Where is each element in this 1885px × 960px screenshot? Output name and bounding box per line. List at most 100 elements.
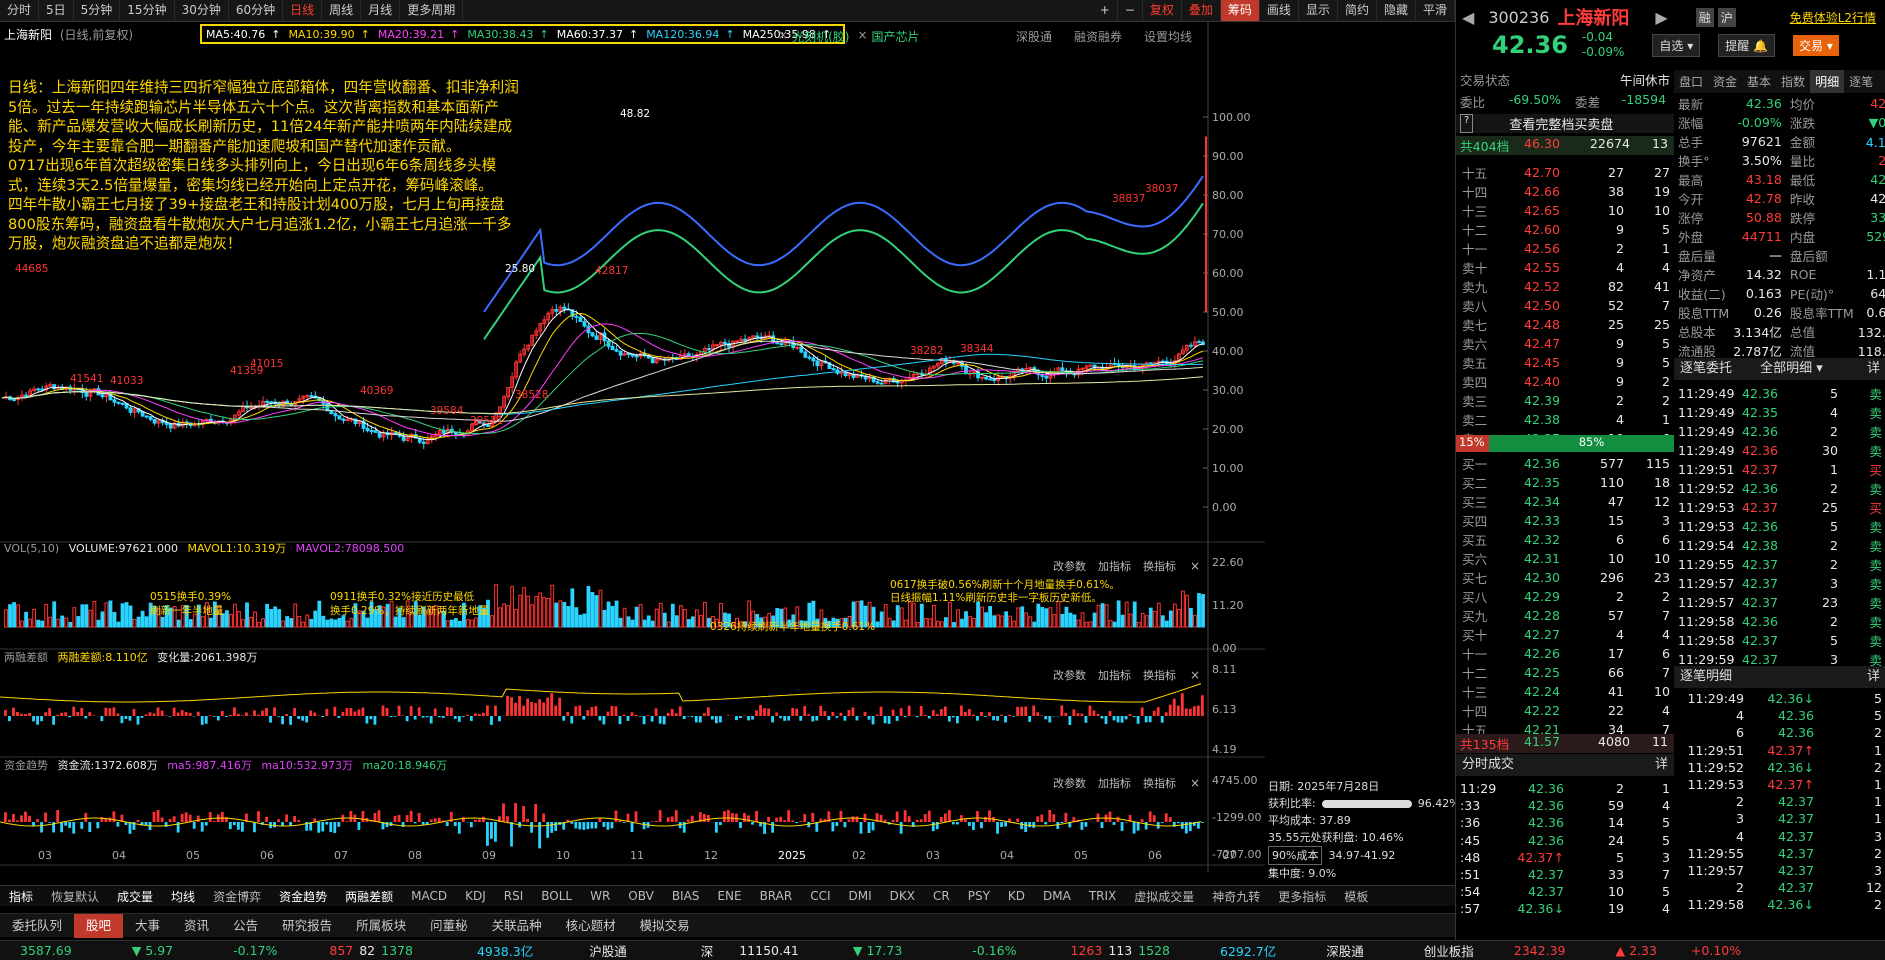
sell_book-row[interactable]: 十一 42.56 2 1 (1460, 239, 1672, 258)
period-9[interactable]: 更多周期 (400, 0, 464, 21)
sell_book-row[interactable]: 卖五 42.45 9 5 (1460, 353, 1672, 372)
bottom-tab-9[interactable]: 核心题材 (554, 914, 628, 938)
plus-icon[interactable]: + (1093, 0, 1118, 21)
indicator-1[interactable]: 恢复默认 (42, 888, 108, 905)
indicator-10[interactable]: BOLL (532, 889, 581, 903)
indicator-23[interactable]: TRIX (1080, 889, 1125, 903)
bottom-tab-1[interactable]: 股吧 (74, 913, 124, 938)
quote-tab-2[interactable]: 基本 (1742, 70, 1776, 93)
period-0[interactable]: 分时 (0, 0, 40, 21)
sell_book-row[interactable]: 卖二 42.38 4 1 (1460, 410, 1672, 429)
indicator-16[interactable]: CCI (801, 889, 839, 903)
tag-close-icon[interactable]: × (778, 28, 788, 45)
period-4[interactable]: 30分钟 (175, 0, 229, 21)
period-2[interactable]: 5分钟 (74, 0, 121, 21)
full-book-row[interactable]: ? 查看完整档买卖盘 (1456, 114, 1674, 133)
next-stock-icon[interactable]: ▶ (1655, 8, 1667, 27)
sell_book-row[interactable]: 卖三 42.39 2 2 (1460, 391, 1672, 410)
header-link-0[interactable]: 深股通 (1016, 28, 1052, 45)
buy_book-row[interactable]: 买四 42.33 15 3 (1460, 511, 1672, 530)
indicator-9[interactable]: RSI (495, 889, 533, 903)
indicator-19[interactable]: CR (924, 889, 959, 903)
indicator-14[interactable]: ENE (708, 889, 750, 903)
period-6[interactable]: 日线 (283, 0, 323, 21)
indicator-15[interactable]: BRAR (751, 889, 802, 903)
indicator-6[interactable]: 两融差额 (336, 888, 402, 905)
indicator-17[interactable]: DMI (840, 889, 881, 903)
indicator-24[interactable]: 虚拟成交量 (1125, 888, 1203, 905)
buy_book-row[interactable]: 买八 42.29 2 2 (1460, 587, 1672, 606)
bottom-tab-3[interactable]: 资讯 (172, 914, 221, 938)
sell_book-row[interactable]: 卖八 42.50 52 7 (1460, 296, 1672, 315)
header-link-1[interactable]: 融资融券 (1074, 28, 1122, 45)
indicator-27[interactable]: 模板 (1335, 888, 1377, 905)
period-8[interactable]: 月线 (361, 0, 401, 21)
sell_book-row[interactable]: 十五 42.70 27 27 (1460, 163, 1672, 182)
indicator-18[interactable]: DKX (881, 889, 924, 903)
trade-button[interactable]: 交易 ▾ (1793, 34, 1839, 56)
buy_book-row[interactable]: 十二 42.25 66 7 (1460, 663, 1672, 682)
tool-5[interactable]: 简约 (1338, 0, 1377, 21)
quote-tab-3[interactable]: 指数 (1776, 70, 1810, 93)
indicator-12[interactable]: OBV (619, 889, 663, 903)
header-link-2[interactable]: 设置均线 (1144, 28, 1192, 45)
sell_book-row[interactable]: 卖六 42.47 9 5 (1460, 334, 1672, 353)
alert-button[interactable]: 提醒 🔔 (1718, 33, 1776, 57)
chart-mode[interactable]: (日线,前复权) (60, 28, 133, 42)
buy_book-row[interactable]: 十三 42.24 41 10 (1460, 682, 1672, 701)
period-3[interactable]: 15分钟 (120, 0, 175, 21)
zhubi-weituo-detail-button[interactable]: 详 (1867, 358, 1880, 380)
concept-tag-0[interactable]: 光刻机(胶) (792, 28, 849, 45)
fenshi-detail-button[interactable]: 详 (1655, 754, 1668, 776)
tool-2[interactable]: 筹码 (1220, 0, 1260, 21)
indicator-11[interactable]: WR (581, 889, 619, 903)
indicator-5[interactable]: 资金趋势 (270, 888, 336, 905)
minus-icon[interactable]: − (1118, 0, 1143, 21)
cost-select[interactable]: 90%成本 (1268, 846, 1323, 865)
period-1[interactable]: 5日 (39, 0, 74, 21)
buy_book-row[interactable]: 买九 42.28 57 7 (1460, 606, 1672, 625)
tool-1[interactable]: 叠加 (1182, 0, 1221, 21)
indicator-3[interactable]: 均线 (162, 888, 204, 905)
zhubi-mingxi-detail-button[interactable]: 详 (1867, 666, 1880, 688)
quote-tab-5[interactable]: 逐笔 (1844, 70, 1878, 93)
buy_book-row[interactable]: 十四 42.22 22 4 (1460, 701, 1672, 720)
sell_book-row[interactable]: 十二 42.60 9 5 (1460, 220, 1672, 239)
tool-4[interactable]: 显示 (1299, 0, 1338, 21)
bottom-tab-2[interactable]: 大事 (123, 914, 172, 938)
indicator-25[interactable]: 神奇九转 (1203, 888, 1269, 905)
tool-7[interactable]: 平滑 (1416, 0, 1455, 21)
period-7[interactable]: 周线 (322, 0, 362, 21)
bottom-tab-5[interactable]: 研究报告 (270, 914, 344, 938)
indicator-26[interactable]: 更多指标 (1269, 888, 1335, 905)
buy_book-row[interactable]: 买一 42.36 577 115 (1460, 454, 1672, 473)
buy_book-row[interactable]: 买二 42.35 110 18 (1460, 473, 1672, 492)
sell_book-row[interactable]: 卖七 42.48 25 25 (1460, 315, 1672, 334)
buy_book-row[interactable]: 买三 42.34 47 12 (1460, 492, 1672, 511)
tag-close-icon[interactable]: × (857, 28, 867, 45)
hgt-label[interactable]: 沪股通 (589, 941, 627, 960)
bottom-tab-8[interactable]: 关联品种 (480, 914, 554, 938)
sell_book-row[interactable]: 卖十 42.55 4 4 (1460, 258, 1672, 277)
sell_book-row[interactable]: 卖四 42.40 9 2 (1460, 372, 1672, 391)
indicator-4[interactable]: 资金博弈 (204, 888, 270, 905)
indicator-21[interactable]: KD (999, 889, 1034, 903)
sell_book-row[interactable]: 卖九 42.52 82 41 (1460, 277, 1672, 296)
bottom-tab-7[interactable]: 问董秘 (418, 914, 480, 938)
buy_book-row[interactable]: 买五 42.32 6 6 (1460, 530, 1672, 549)
indicator-20[interactable]: PSY (959, 889, 999, 903)
bottom-tab-6[interactable]: 所属板块 (344, 914, 418, 938)
quote-tab-1[interactable]: 资金 (1708, 70, 1742, 93)
quote-tab-0[interactable]: 盘口 (1674, 70, 1708, 93)
sgt-label[interactable]: 深股通 (1326, 941, 1364, 960)
sell_book-row[interactable]: 十四 42.66 38 19 (1460, 182, 1672, 201)
indicator-8[interactable]: KDJ (456, 889, 495, 903)
indicator-13[interactable]: BIAS (663, 889, 709, 903)
tool-3[interactable]: 画线 (1260, 0, 1299, 21)
watchlist-button[interactable]: 自选 ▾ (1652, 33, 1701, 57)
indicator-2[interactable]: 成交量 (108, 888, 162, 905)
bottom-tab-10[interactable]: 模拟交易 (628, 914, 702, 938)
period-5[interactable]: 60分钟 (229, 0, 284, 21)
quote-tab-4[interactable]: 明细 (1810, 70, 1845, 93)
prev-stock-icon[interactable]: ◀ (1462, 8, 1474, 27)
